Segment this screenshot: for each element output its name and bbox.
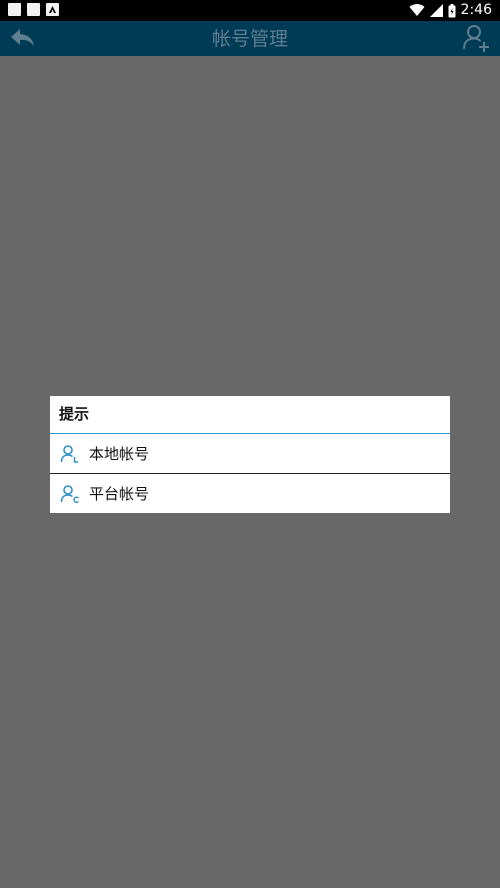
battery-icon [448, 3, 456, 17]
system-status: 2:46 [409, 2, 492, 19]
app-bar: 帐号管理 [0, 21, 500, 56]
signal-icon [429, 4, 443, 17]
notification-a-icon [46, 3, 59, 16]
dialog-title: 提示 [50, 396, 450, 434]
page-title: 帐号管理 [211, 28, 288, 50]
clock: 2:46 [460, 2, 492, 18]
option-local-account[interactable]: 本地帐号 [50, 434, 450, 473]
notification-square-icon [8, 3, 21, 16]
wifi-icon [409, 4, 425, 17]
status-bar: 2:46 [0, 0, 500, 21]
account-type-dialog: 提示 本地帐号 平台帐号 [50, 396, 450, 513]
option-platform-account[interactable]: 平台帐号 [50, 473, 450, 513]
add-user-button[interactable] [462, 23, 492, 54]
option-label: 本地帐号 [89, 445, 150, 463]
notification-icons [8, 3, 59, 16]
user-local-icon [60, 444, 78, 463]
option-label: 平台帐号 [89, 485, 150, 503]
add-user-icon [463, 25, 489, 52]
user-cloud-icon [60, 484, 80, 503]
notification-square-icon [27, 3, 40, 16]
